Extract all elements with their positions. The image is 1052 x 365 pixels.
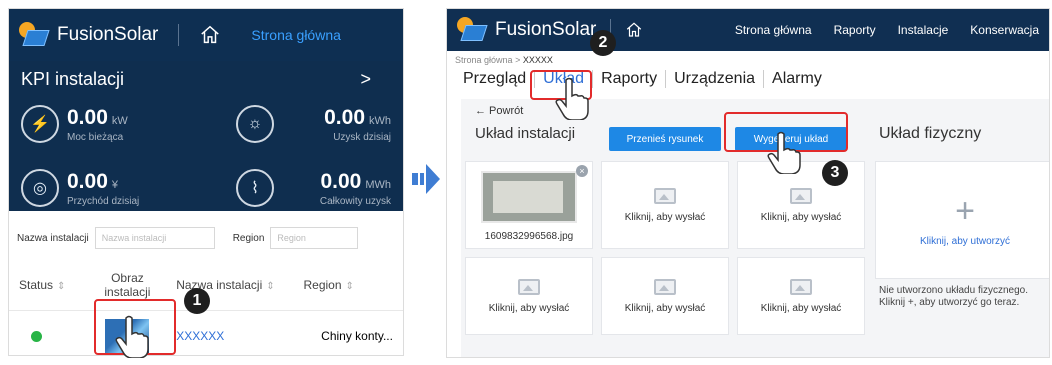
tab-alarms[interactable]: Alarmy [764, 70, 830, 88]
breadcrumb: Strona główna > XXXXX [455, 55, 553, 65]
fusionsolar-logo: FusionSolar [457, 17, 596, 43]
coins-icon: ◎ [21, 169, 59, 207]
uploaded-drawing-cell[interactable]: 1609832996568.jpg × [465, 161, 593, 249]
region-label: Region [232, 232, 265, 244]
image-placeholder-icon [518, 278, 540, 295]
remove-image-icon[interactable]: × [576, 165, 588, 177]
logo-icon [457, 17, 488, 43]
no-layout-note: Nie utworzono układu fizycznego. Kliknij… [879, 285, 1028, 308]
plant-name-input[interactable]: Nazwa instalacji [94, 227, 215, 249]
home-link[interactable]: Strona główna [251, 27, 341, 43]
nav-reports[interactable]: Raporty [834, 23, 876, 37]
top-nav: Strona główna Raporty Instalacje Konserw… [735, 23, 1039, 37]
breadcrumb-home[interactable]: Strona główna [455, 55, 513, 65]
plant-name-link[interactable]: XXXXXX [164, 329, 303, 343]
chevron-right-icon[interactable]: > [360, 69, 371, 90]
kpi-revenue-today: ◎ 0.00 ¥ Przychód dzisiaj [21, 160, 206, 216]
create-layout-link[interactable]: Kliknij, aby utworzyć [920, 236, 1010, 247]
sun-gear-icon: ☼ [236, 105, 274, 143]
image-placeholder-icon [654, 187, 676, 204]
tab-overview[interactable]: Przegląd [455, 70, 536, 88]
pointer-hand-icon [767, 131, 801, 174]
kpi-current-power: ⚡ 0.00 kW Moc bieżąca [21, 96, 206, 152]
kpi-total-yield: ⌇ 0.00 MWh Całkowity uzysk [206, 160, 391, 216]
web-plant-layout-panel: FusionSolar Strona główna Raporty Instal… [446, 8, 1050, 358]
step-badge-3: 3 [822, 160, 848, 186]
kpi-panel: KPI instalacji > ⚡ 0.00 kW Moc bieżąca ☼ 0… [9, 61, 403, 211]
tab-reports[interactable]: Raporty [593, 70, 667, 88]
upload-cell[interactable]: Kliknij, aby wysłać [601, 161, 729, 249]
create-physical-layout-cell[interactable]: + Kliknij, aby utworzyć [875, 161, 1049, 279]
drawing-thumbnail [481, 171, 577, 223]
image-placeholder-icon [790, 187, 812, 204]
plant-name-label: Nazwa instalacji [17, 232, 89, 244]
table-row[interactable]: XXXXXX Chiny konty... [9, 311, 403, 361]
physical-layout-title: Układ fizyczny [879, 125, 982, 142]
step-badge-2: 2 [590, 30, 616, 56]
breadcrumb-current: XXXXX [522, 55, 553, 65]
plus-icon[interactable]: + [955, 194, 975, 228]
left-topbar: FusionSolar Strona główna [9, 9, 403, 61]
upload-cell[interactable]: Kliknij, aby wysłać [601, 257, 729, 335]
nav-plants[interactable]: Instalacje [898, 23, 949, 37]
kpi-yield-today: ☼ 0.00 kWh Uzysk dzisiaj [206, 96, 391, 152]
image-placeholder-icon [790, 278, 812, 295]
chart-icon: ⌇ [236, 169, 274, 207]
region-column-header[interactable]: Region ⇕ [304, 278, 394, 292]
back-link[interactable]: ← Powrót [475, 105, 523, 117]
kpi-title: KPI instalacji [21, 69, 125, 89]
plant-region: Chiny konty... [321, 329, 393, 343]
fusionsolar-logo: FusionSolar [19, 22, 158, 48]
upload-cell[interactable]: Kliknij, aby wysłać [465, 257, 593, 335]
plant-layout-title: Układ instalacji [475, 125, 576, 142]
filter-row: Nazwa instalacji Nazwa instalacji Region… [9, 217, 403, 259]
image-column-header: Obraz instalacji [104, 270, 151, 299]
nav-maintenance[interactable]: Konserwacja [970, 23, 1039, 37]
region-input[interactable]: Region [270, 227, 359, 249]
move-drawing-button[interactable]: Przenieś rysunek [609, 127, 721, 151]
plant-name-column-header[interactable]: Nazwa instalacji ⇕ [164, 278, 303, 292]
home-icon[interactable] [625, 21, 643, 39]
right-topbar: FusionSolar Strona główna Raporty Instal… [447, 9, 1049, 51]
image-placeholder-icon [654, 278, 676, 295]
lightning-icon: ⚡ [21, 105, 59, 143]
status-column-header[interactable]: Status ⇕ [19, 278, 91, 292]
uploaded-file-name: 1609832996568.jpg [484, 231, 574, 242]
nav-home[interactable]: Strona główna [735, 23, 812, 37]
home-icon[interactable] [199, 24, 221, 46]
step-badge-1: 1 [184, 288, 210, 314]
online-status-dot [31, 330, 42, 342]
pointer-hand-icon [115, 315, 149, 358]
logo-icon [19, 22, 50, 48]
logo-text: FusionSolar [495, 19, 597, 40]
logo-text: FusionSolar [57, 24, 159, 45]
flow-arrow-icon [412, 164, 440, 194]
pointer-hand-icon [555, 77, 589, 120]
tab-devices[interactable]: Urządzenia [666, 70, 765, 88]
upload-cell[interactable]: Kliknij, aby wysłać [737, 257, 865, 335]
